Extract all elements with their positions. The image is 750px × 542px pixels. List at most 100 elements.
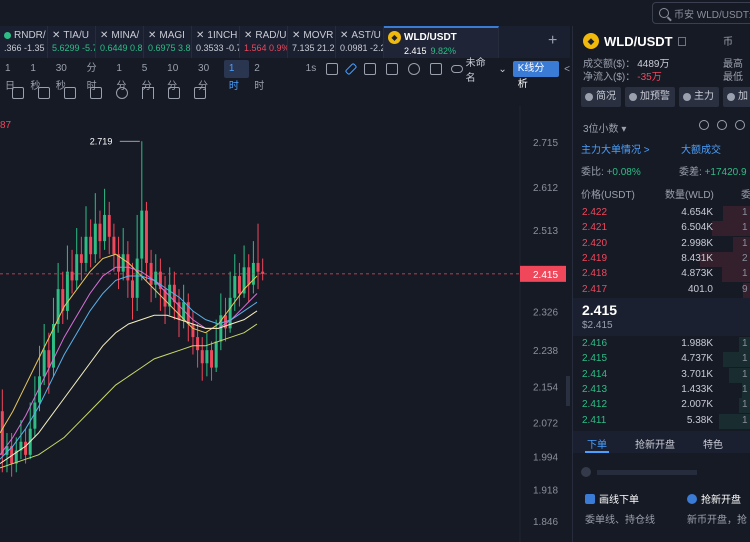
- symbol-tab[interactable]: ✕ 1INCH 0.3533 -0.7: [192, 26, 240, 58]
- orderbook-row[interactable]: 2.413 1.433K 1: [573, 382, 750, 398]
- timeframe-7[interactable]: 30分: [193, 60, 224, 92]
- template-select[interactable]: 未命名 ⌄: [450, 54, 507, 84]
- timeframe-8[interactable]: 1时: [223, 60, 250, 92]
- search-box[interactable]: 币安 WLD/USDT永: [652, 2, 750, 24]
- copy-icon[interactable]: [677, 36, 686, 46]
- candle-body: [135, 258, 139, 298]
- edit-icon[interactable]: [90, 87, 102, 99]
- symbol-tab[interactable]: ✕ RAD/U 1.564 0.9%: [240, 26, 288, 58]
- close-icon[interactable]: ✕: [100, 30, 108, 41]
- close-icon[interactable]: ✕: [148, 30, 156, 41]
- decimals-select[interactable]: 3位小数 ▾: [583, 120, 626, 135]
- candle-body: [144, 210, 148, 263]
- action-button-2[interactable]: 主力: [679, 87, 719, 107]
- feature1-title: 画线下单: [599, 495, 639, 506]
- close-icon[interactable]: ✕: [340, 30, 348, 41]
- add-tab-button[interactable]: +: [548, 32, 557, 50]
- orderbook-row[interactable]: 2.420 2.998K 1: [573, 236, 750, 252]
- symbol-tab[interactable]: RNDR/ .366 -1.35: [0, 26, 48, 58]
- indicator-icon[interactable]: [386, 63, 398, 75]
- symbol-tab[interactable]: ✕ TIA/U 5.6299 -5.7: [48, 26, 96, 58]
- timeframe-5[interactable]: 5分: [137, 60, 162, 92]
- order-tab-1[interactable]: 抢新开盘: [621, 431, 689, 453]
- cloud-icon: [450, 65, 463, 73]
- chart-corner-label: 87: [0, 120, 12, 131]
- copy-icon[interactable]: [64, 87, 76, 99]
- symbol-tab[interactable]: ✕ MOVR 7.135 21.2: [288, 26, 336, 58]
- magnet-icon[interactable]: [116, 87, 128, 99]
- orderbook-row[interactable]: 2.414 3.701K 1: [573, 367, 750, 383]
- settings-icon[interactable]: [407, 63, 420, 75]
- symbol-tab[interactable]: ✕ MINA/0.6449 0.8: [96, 26, 144, 58]
- row-qty: 4.654K: [681, 207, 713, 218]
- candle-body: [210, 350, 214, 368]
- tab-quote: .366 -1.35: [4, 43, 45, 53]
- row-extra: 1: [742, 414, 748, 426]
- y-tick-label: 1.918: [533, 486, 558, 497]
- tab-name-row: ✕ RAD/U: [244, 30, 287, 41]
- big-trades-link[interactable]: 大额成交: [681, 141, 721, 156]
- close-icon[interactable]: ✕: [196, 30, 204, 41]
- active-tab-name-row: ◆ WLD/USDT: [388, 31, 498, 44]
- order-tab-0[interactable]: 下单: [573, 431, 621, 453]
- timeframe-2[interactable]: 30秒: [51, 60, 82, 92]
- orderbook-row[interactable]: 2.411 5.38K 1: [573, 413, 750, 429]
- view-asks-icon[interactable]: [735, 120, 745, 130]
- row-extra: 1: [742, 222, 748, 234]
- mid-price: 2.415: [582, 302, 618, 318]
- main-force-link[interactable]: 主力大单情况 >: [581, 141, 650, 156]
- candle-body: [200, 350, 204, 364]
- sync-icon[interactable]: [168, 87, 180, 99]
- candle-style-icon[interactable]: [12, 87, 24, 99]
- filter-icon[interactable]: [142, 87, 154, 99]
- close-icon[interactable]: ✕: [244, 30, 252, 41]
- weibi-value: +0.08%: [606, 167, 641, 178]
- timeframe-6[interactable]: 10分: [162, 60, 193, 92]
- kline-analysis-button[interactable]: K线分析: [512, 61, 560, 90]
- view-bids-icon[interactable]: [717, 120, 727, 130]
- feature-new-listing[interactable]: 抢新开盘 新币开盘，抢: [687, 491, 747, 526]
- orderbook-row[interactable]: 2.418 4.873K 1: [573, 267, 750, 283]
- tab-name-row: ✕ 1INCH: [196, 30, 239, 41]
- share-icon[interactable]: <: [564, 64, 570, 75]
- order-tab-2[interactable]: 特色: [689, 431, 737, 453]
- row-price: 2.417: [582, 283, 608, 295]
- close-icon[interactable]: ✕: [292, 30, 300, 41]
- kline-chart[interactable]: 2.715 2.612 2.513 2.326 2.238 2.154 2.072 1.994…: [0, 106, 570, 542]
- weicha-value: +17420.9: [704, 167, 747, 178]
- orderbook-row[interactable]: 2.416 1.988K 1: [573, 337, 750, 352]
- symbol-tab[interactable]: ✕ AST/U 0.0981 -2.2: [336, 26, 384, 58]
- timeframe-3[interactable]: 分时: [82, 60, 112, 92]
- draw-order-icon: [585, 493, 595, 504]
- layout-icon[interactable]: [364, 63, 377, 75]
- timeframe-0[interactable]: 1日: [0, 60, 25, 92]
- action-button-0[interactable]: 简况: [581, 87, 621, 107]
- interval-1s[interactable]: 1s: [301, 60, 322, 78]
- timeframe-9[interactable]: 2时: [249, 60, 274, 92]
- timeframe-4[interactable]: 1分: [111, 60, 136, 92]
- close-icon[interactable]: ✕: [52, 30, 60, 41]
- orderbook-row[interactable]: 2.415 4.737K 1: [573, 352, 750, 368]
- action-button-label: 主力: [694, 91, 714, 102]
- orderbook-row[interactable]: 2.419 8.431K 2: [573, 251, 750, 267]
- timeframe-1[interactable]: 1秒: [25, 60, 50, 92]
- candle-body: [233, 276, 237, 298]
- orderbook-row[interactable]: 2.417 401.0 9: [573, 282, 750, 298]
- camera-icon[interactable]: [326, 63, 339, 75]
- pen-icon[interactable]: [344, 62, 358, 76]
- feature-draw-order[interactable]: 画线下单 委单线、持仓线: [585, 491, 655, 526]
- panel-collapse-handle[interactable]: [566, 376, 570, 406]
- fullscreen-icon[interactable]: [429, 63, 442, 75]
- orderbook-row[interactable]: 2.412 2.007K 1: [573, 398, 750, 414]
- action-button-3[interactable]: 加: [723, 87, 750, 107]
- col-extra: 委: [741, 190, 750, 201]
- lock-icon[interactable]: [38, 87, 50, 99]
- action-button-1[interactable]: 加预警: [625, 87, 675, 107]
- symbol-tab[interactable]: ✕ MAGI 0.6975 3.8: [144, 26, 192, 58]
- trash-icon[interactable]: [194, 87, 206, 99]
- candle-body: [93, 223, 97, 255]
- orderbook-row[interactable]: 2.422 4.654K 1: [573, 206, 750, 221]
- orderbook-row[interactable]: 2.421 6.504K 1: [573, 221, 750, 237]
- moving-average-line: [0, 275, 258, 460]
- view-both-icon[interactable]: [699, 120, 709, 130]
